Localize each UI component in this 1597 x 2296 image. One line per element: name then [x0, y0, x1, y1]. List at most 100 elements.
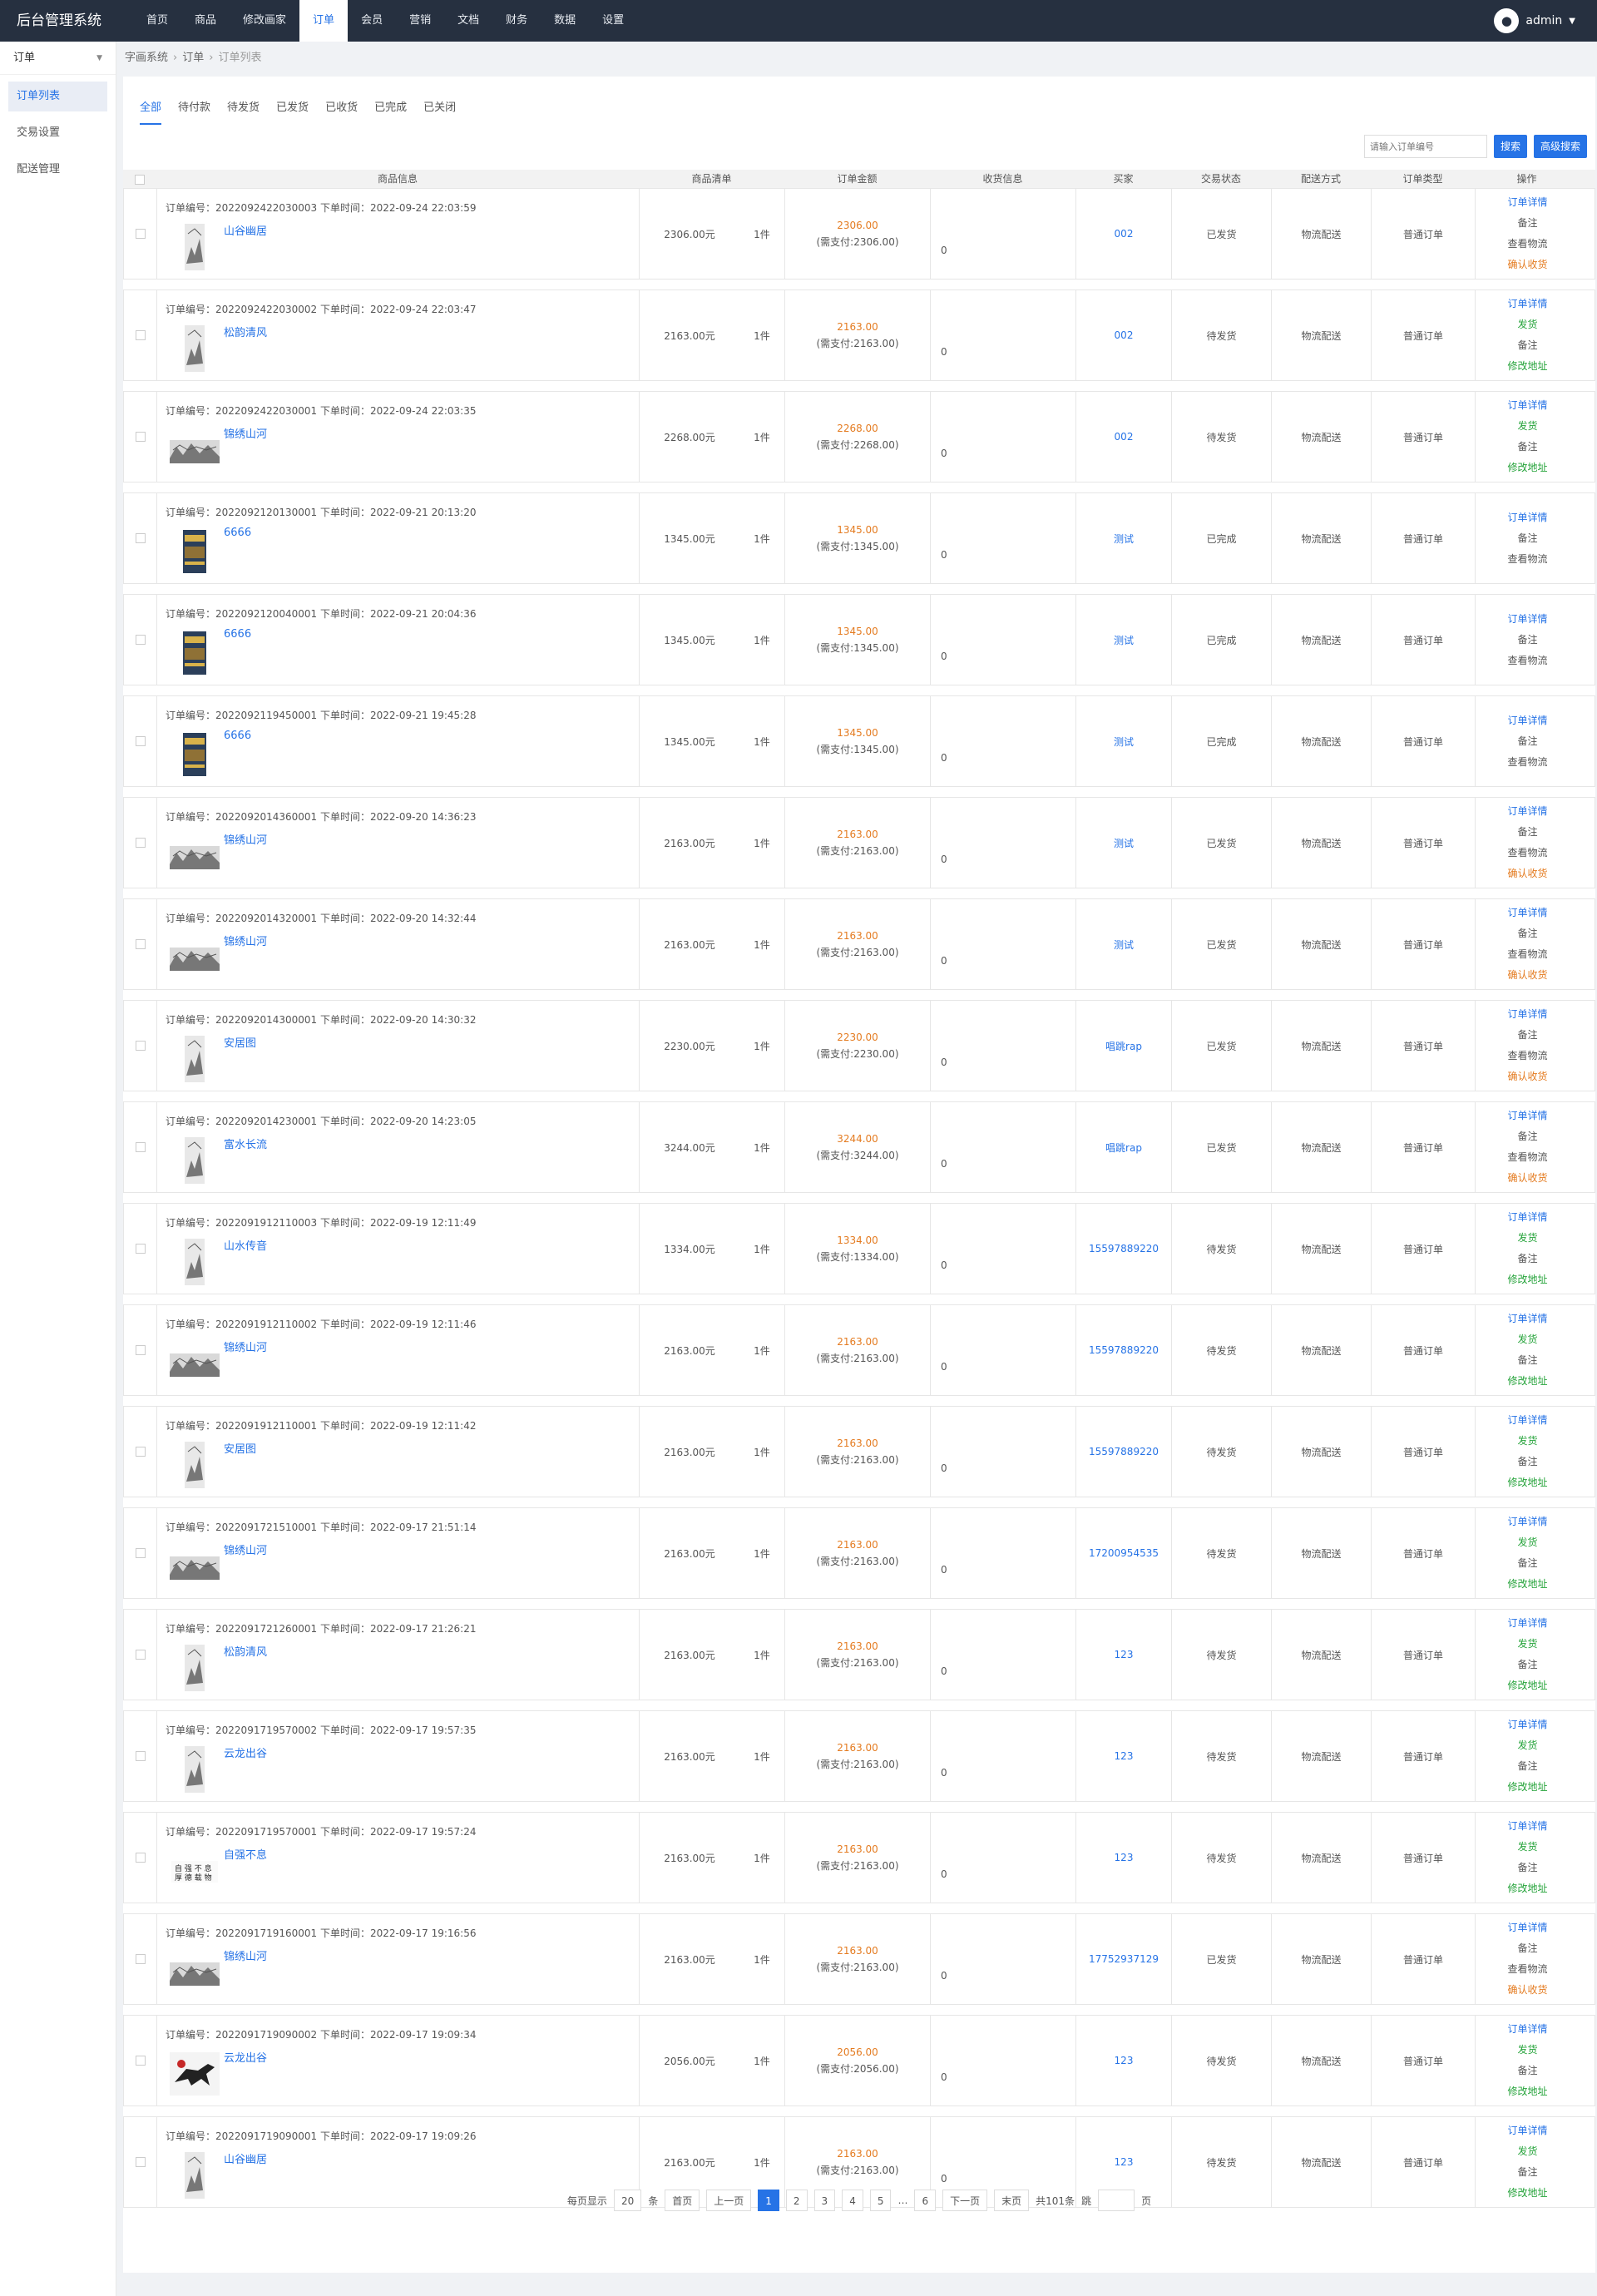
product-thumbnail[interactable]: [170, 1541, 220, 1591]
sidebar-item[interactable]: 订单列表: [8, 82, 107, 111]
product-name-link[interactable]: 锦绣山河: [224, 1947, 267, 1963]
order-detail-link[interactable]: 订单详情: [1507, 192, 1547, 213]
sidebar-item[interactable]: 交易设置: [8, 118, 107, 148]
row-checkbox[interactable]: [135, 229, 146, 239]
prev-page-button[interactable]: 上一页: [706, 2190, 752, 2211]
row-checkbox[interactable]: [135, 1853, 146, 1863]
tab-item[interactable]: 待付款: [170, 92, 219, 125]
product-name-link[interactable]: 锦绣山河: [224, 425, 267, 441]
tab-item[interactable]: 待发货: [219, 92, 268, 125]
product-name-link[interactable]: 6666: [224, 628, 251, 641]
user-menu[interactable]: ● admin ▼: [1494, 0, 1575, 42]
select-all-checkbox[interactable]: [135, 174, 145, 185]
row-checkbox[interactable]: [135, 330, 146, 340]
product-thumbnail[interactable]: [170, 1034, 220, 1084]
remark-link[interactable]: 备注: [1517, 731, 1537, 752]
row-checkbox[interactable]: [135, 2056, 146, 2066]
topnav-item[interactable]: 首页: [133, 0, 181, 42]
buyer-link[interactable]: 唱跳rap: [1076, 1001, 1172, 1091]
order-detail-link[interactable]: 订单详情: [1507, 1613, 1547, 1634]
confirm-receipt-link[interactable]: 确认收货: [1507, 965, 1547, 986]
row-checkbox[interactable]: [135, 1345, 146, 1355]
product-thumbnail[interactable]: 自 强 不 息厚 德 载 物: [170, 1846, 220, 1896]
order-detail-link[interactable]: 订单详情: [1507, 1106, 1547, 1126]
ship-link[interactable]: 发货: [1517, 416, 1537, 437]
topnav-item[interactable]: 商品: [181, 0, 230, 42]
edit-address-link[interactable]: 修改地址: [1507, 1472, 1547, 1493]
view-logistics-link[interactable]: 查看物流: [1507, 651, 1547, 671]
edit-address-link[interactable]: 修改地址: [1507, 458, 1547, 478]
row-checkbox[interactable]: [135, 635, 146, 645]
view-logistics-link[interactable]: 查看物流: [1507, 843, 1547, 863]
row-checkbox[interactable]: [135, 1751, 146, 1761]
product-thumbnail[interactable]: [170, 2049, 220, 2099]
product-name-link[interactable]: 山水传音: [224, 1237, 267, 1253]
order-detail-link[interactable]: 订单详情: [1507, 2120, 1547, 2141]
confirm-receipt-link[interactable]: 确认收货: [1507, 1980, 1547, 2001]
row-checkbox[interactable]: [135, 1447, 146, 1457]
product-thumbnail[interactable]: [170, 1339, 220, 1388]
edit-address-link[interactable]: 修改地址: [1507, 1574, 1547, 1595]
row-checkbox[interactable]: [135, 432, 146, 442]
remark-link[interactable]: 备注: [1517, 335, 1537, 356]
remark-link[interactable]: 备注: [1517, 1756, 1537, 1777]
view-logistics-link[interactable]: 查看物流: [1507, 234, 1547, 255]
buyer-link[interactable]: 15597889220: [1076, 1305, 1172, 1395]
remark-link[interactable]: 备注: [1517, 213, 1537, 234]
tab-item[interactable]: 已完成: [366, 92, 415, 125]
confirm-receipt-link[interactable]: 确认收货: [1507, 1066, 1547, 1087]
breadcrumb-item[interactable]: 字画系统: [125, 52, 168, 64]
order-detail-link[interactable]: 订单详情: [1507, 1207, 1547, 1228]
product-name-link[interactable]: 6666: [224, 730, 251, 742]
buyer-link[interactable]: 测试: [1076, 798, 1172, 888]
product-thumbnail[interactable]: [170, 222, 220, 272]
buyer-link[interactable]: 002: [1076, 290, 1172, 380]
remark-link[interactable]: 备注: [1517, 1553, 1537, 1574]
remark-link[interactable]: 备注: [1517, 1938, 1537, 1959]
remark-link[interactable]: 备注: [1517, 1858, 1537, 1878]
order-detail-link[interactable]: 订单详情: [1507, 1410, 1547, 1431]
product-name-link[interactable]: 富水长流: [224, 1136, 267, 1151]
buyer-link[interactable]: 测试: [1076, 696, 1172, 786]
buyer-link[interactable]: 测试: [1076, 493, 1172, 583]
remark-link[interactable]: 备注: [1517, 1452, 1537, 1472]
order-detail-link[interactable]: 订单详情: [1507, 1004, 1547, 1025]
product-thumbnail[interactable]: [170, 527, 220, 576]
sidebar-selector[interactable]: 订单 ▼: [0, 42, 116, 75]
topnav-item[interactable]: 财务: [492, 0, 541, 42]
row-checkbox[interactable]: [135, 1954, 146, 1964]
product-thumbnail[interactable]: [170, 324, 220, 374]
buyer-link[interactable]: 123: [1076, 1813, 1172, 1903]
order-detail-link[interactable]: 订单详情: [1507, 801, 1547, 822]
product-thumbnail[interactable]: [170, 1440, 220, 1490]
remark-link[interactable]: 备注: [1517, 630, 1537, 651]
next-page-button[interactable]: 下一页: [942, 2190, 988, 2211]
row-checkbox[interactable]: [135, 1548, 146, 1558]
remark-link[interactable]: 备注: [1517, 1249, 1537, 1269]
order-detail-link[interactable]: 订单详情: [1507, 710, 1547, 731]
page-button[interactable]: 2: [785, 2190, 808, 2211]
ship-link[interactable]: 发货: [1517, 1228, 1537, 1249]
remark-link[interactable]: 备注: [1517, 1350, 1537, 1371]
row-checkbox[interactable]: [135, 2157, 146, 2167]
buyer-link[interactable]: 15597889220: [1076, 1204, 1172, 1294]
ship-link[interactable]: 发货: [1517, 1431, 1537, 1452]
view-logistics-link[interactable]: 查看物流: [1507, 752, 1547, 773]
edit-address-link[interactable]: 修改地址: [1507, 356, 1547, 377]
last-page-number[interactable]: 6: [914, 2190, 937, 2211]
product-thumbnail[interactable]: [170, 1947, 220, 1997]
remark-link[interactable]: 备注: [1517, 2061, 1537, 2081]
page-button[interactable]: 1: [758, 2190, 779, 2211]
remark-link[interactable]: 备注: [1517, 528, 1537, 549]
product-thumbnail[interactable]: [170, 831, 220, 881]
product-name-link[interactable]: 松韵清风: [224, 1643, 267, 1659]
product-thumbnail[interactable]: [170, 1744, 220, 1794]
order-detail-link[interactable]: 订单详情: [1507, 1715, 1547, 1735]
product-name-link[interactable]: 安居图: [224, 1034, 256, 1050]
page-button[interactable]: 4: [842, 2190, 863, 2211]
remark-link[interactable]: 备注: [1517, 923, 1537, 944]
remark-link[interactable]: 备注: [1517, 822, 1537, 843]
buyer-link[interactable]: 测试: [1076, 899, 1172, 989]
ship-link[interactable]: 发货: [1517, 1634, 1537, 1655]
view-logistics-link[interactable]: 查看物流: [1507, 1046, 1547, 1066]
